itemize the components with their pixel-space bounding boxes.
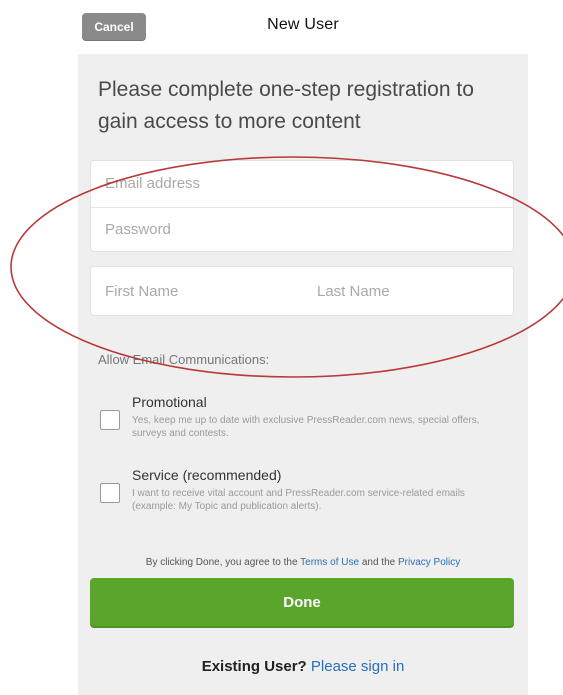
first-name-field[interactable]: First Name: [91, 269, 303, 315]
terms-prefix: By clicking Done, you agree to the: [145, 557, 301, 568]
intro-text: Please complete one-step registration to…: [98, 78, 474, 133]
promotional-title: Promotional: [132, 394, 207, 410]
page-title: New User: [267, 16, 339, 33]
service-title: Service (recommended): [132, 467, 282, 483]
last-name-field[interactable]: Last Name: [303, 269, 515, 315]
email-field[interactable]: Email address: [91, 161, 513, 208]
password-placeholder: Password: [105, 221, 171, 238]
promotional-checkbox[interactable]: [100, 410, 120, 430]
header-bar: Cancel New User: [78, 0, 528, 54]
privacy-policy-link[interactable]: Privacy Policy: [398, 557, 460, 568]
names-card: First Name Last Name: [90, 266, 514, 316]
first-name-placeholder: First Name: [105, 283, 179, 300]
credentials-card: Email address Password: [90, 160, 514, 252]
communications-label: Allow Email Communications:: [98, 352, 270, 367]
done-button[interactable]: Done: [90, 578, 514, 628]
last-name-placeholder: Last Name: [317, 283, 390, 300]
existing-user-row: Existing User? Please sign in: [78, 658, 528, 675]
promotional-description: Yes, keep me up to date with exclusive P…: [132, 415, 480, 439]
sign-in-link[interactable]: Please sign in: [311, 658, 404, 675]
service-description: I want to receive vital account and Pres…: [132, 488, 465, 512]
terms-notice: By clicking Done, you agree to the Terms…: [78, 557, 528, 568]
email-placeholder: Email address: [105, 175, 201, 192]
terms-of-use-link[interactable]: Terms of Use: [300, 557, 359, 568]
registration-panel: Please complete one-step registration to…: [78, 54, 528, 695]
password-field[interactable]: Password: [91, 207, 513, 253]
existing-user-prompt: Existing User?: [201, 658, 307, 675]
service-checkbox[interactable]: [100, 483, 120, 503]
terms-middle: and the: [359, 557, 398, 568]
